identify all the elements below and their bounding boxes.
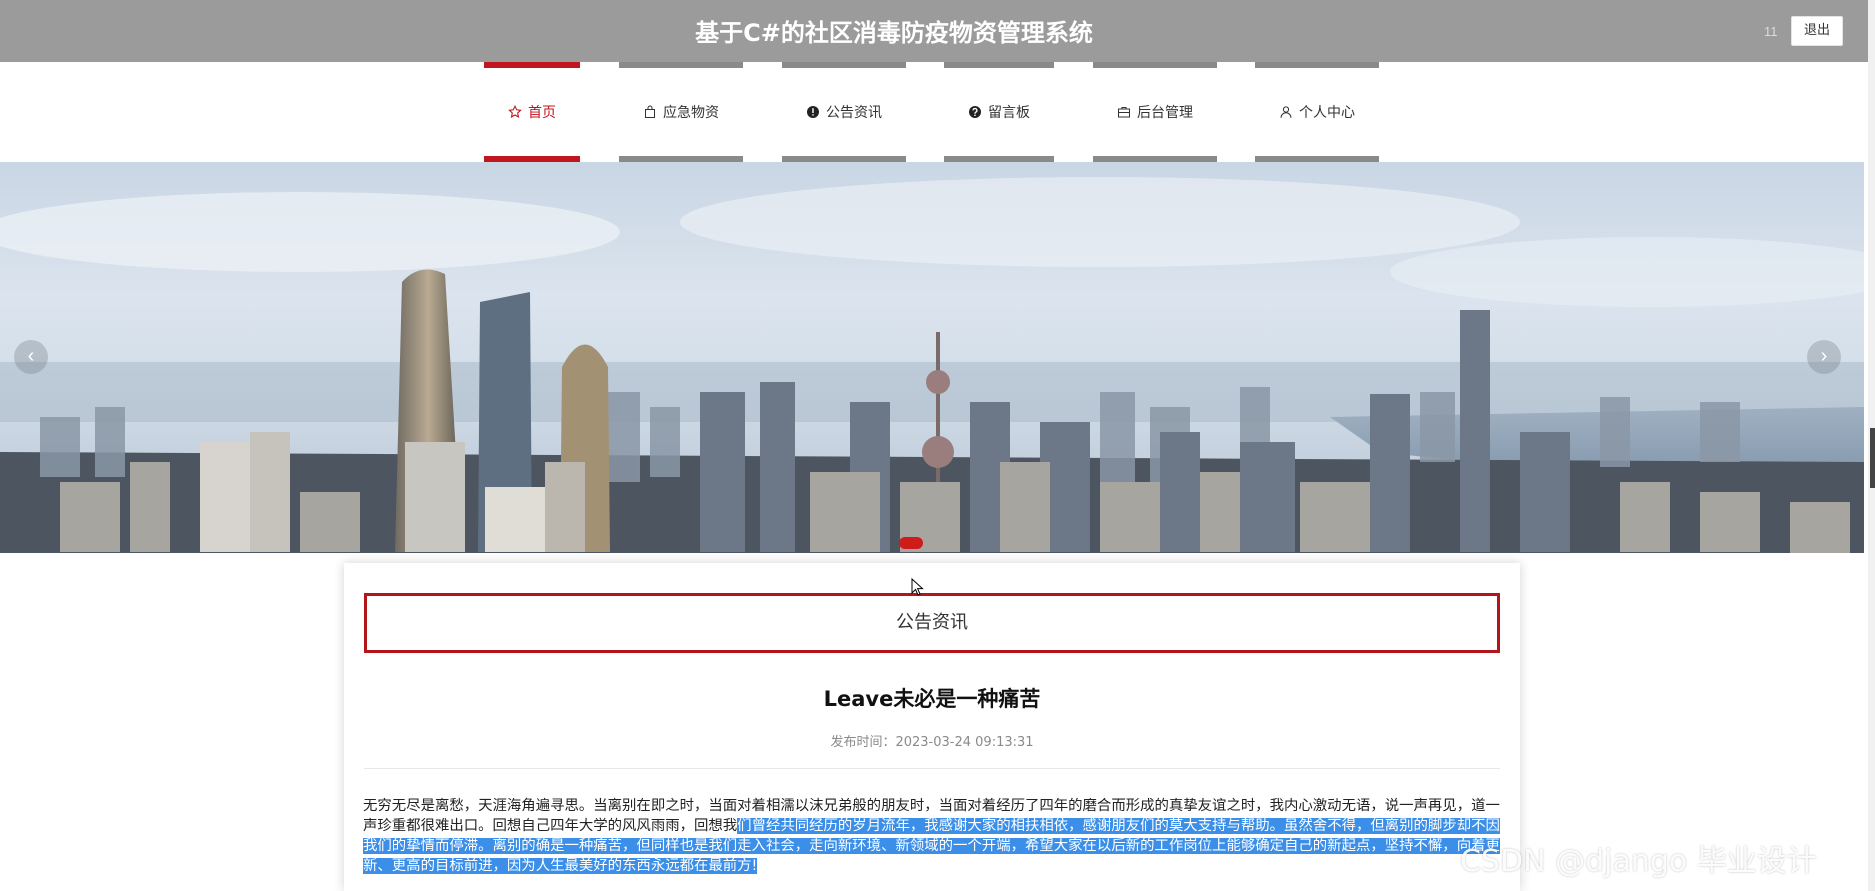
- announcement-card: 公告资讯 Leave未必是一种痛苦 发布时间：2023-03-24 09:13:…: [344, 563, 1520, 891]
- nav-item-message-board[interactable]: 留言板: [944, 62, 1054, 162]
- user-icon: [1280, 106, 1292, 118]
- nav-item-label: 公告资讯: [826, 105, 882, 121]
- briefcase-icon: [1118, 107, 1130, 118]
- nav-item-home[interactable]: 首页: [484, 62, 580, 162]
- csdn-watermark: CSDN @django 毕业设计: [1460, 844, 1817, 879]
- nav-bar-top: [944, 62, 1054, 68]
- carousel-prev-button[interactable]: ‹: [14, 340, 48, 374]
- nav-item-label: 留言板: [988, 105, 1030, 121]
- nav-active-indicator-top: [484, 62, 580, 68]
- nav-item-personal-center[interactable]: 个人中心: [1255, 62, 1379, 162]
- site-title: 基于C#的社区消毒防疫物资管理系统: [695, 19, 1093, 47]
- section-title: 公告资讯: [364, 593, 1500, 653]
- divider: [364, 768, 1500, 769]
- nav-item-label: 个人中心: [1299, 105, 1355, 121]
- chevron-right-icon: ›: [1820, 345, 1828, 367]
- nav-item-admin[interactable]: 后台管理: [1093, 62, 1217, 162]
- banner-carousel[interactable]: [0, 162, 1864, 553]
- nav-bar-top: [1255, 62, 1379, 68]
- publish-time: 2023-03-24 09:13:31: [895, 735, 1034, 750]
- city-skyline-image: [0, 162, 1864, 553]
- nav-item-label: 首页: [528, 105, 556, 121]
- chevron-left-icon: ‹: [27, 345, 35, 367]
- current-username: 11: [1764, 24, 1778, 39]
- carousel-next-button[interactable]: ›: [1807, 340, 1841, 374]
- nav-item-label: 后台管理: [1137, 105, 1193, 121]
- page-scrollbar-thumb[interactable]: [1870, 428, 1875, 488]
- nav-bar-top: [1093, 62, 1217, 68]
- exclamation-circle-icon: [807, 106, 819, 118]
- main-nav: 首页 应急物资 公告资讯 留言板 后台管理 个人中心: [0, 62, 1868, 162]
- carousel-indicator-active[interactable]: [899, 537, 923, 549]
- star-icon: [508, 105, 522, 118]
- nav-item-label: 应急物资: [663, 105, 719, 121]
- article-meta: 发布时间：2023-03-24 09:13:31: [344, 731, 1520, 750]
- top-header: 基于C#的社区消毒防疫物资管理系统 11 退出: [0, 0, 1875, 62]
- nav-bar-top: [782, 62, 906, 68]
- bag-icon: [645, 105, 655, 118]
- article-body: 无穷无尽是离愁，天涯海角遍寻思。当离别在即之时，当面对着相濡以沫兄弟般的朋友时，…: [363, 796, 1503, 876]
- logout-button[interactable]: 退出: [1791, 16, 1843, 46]
- nav-bar-top: [619, 62, 743, 68]
- question-circle-icon: [969, 106, 981, 118]
- nav-item-emergency-supplies[interactable]: 应急物资: [619, 62, 743, 162]
- mouse-cursor-icon: [911, 578, 924, 596]
- nav-item-announcements[interactable]: 公告资讯: [782, 62, 906, 162]
- publish-label: 发布时间：: [830, 735, 896, 750]
- article-title: Leave未必是一种痛苦: [823, 687, 1041, 711]
